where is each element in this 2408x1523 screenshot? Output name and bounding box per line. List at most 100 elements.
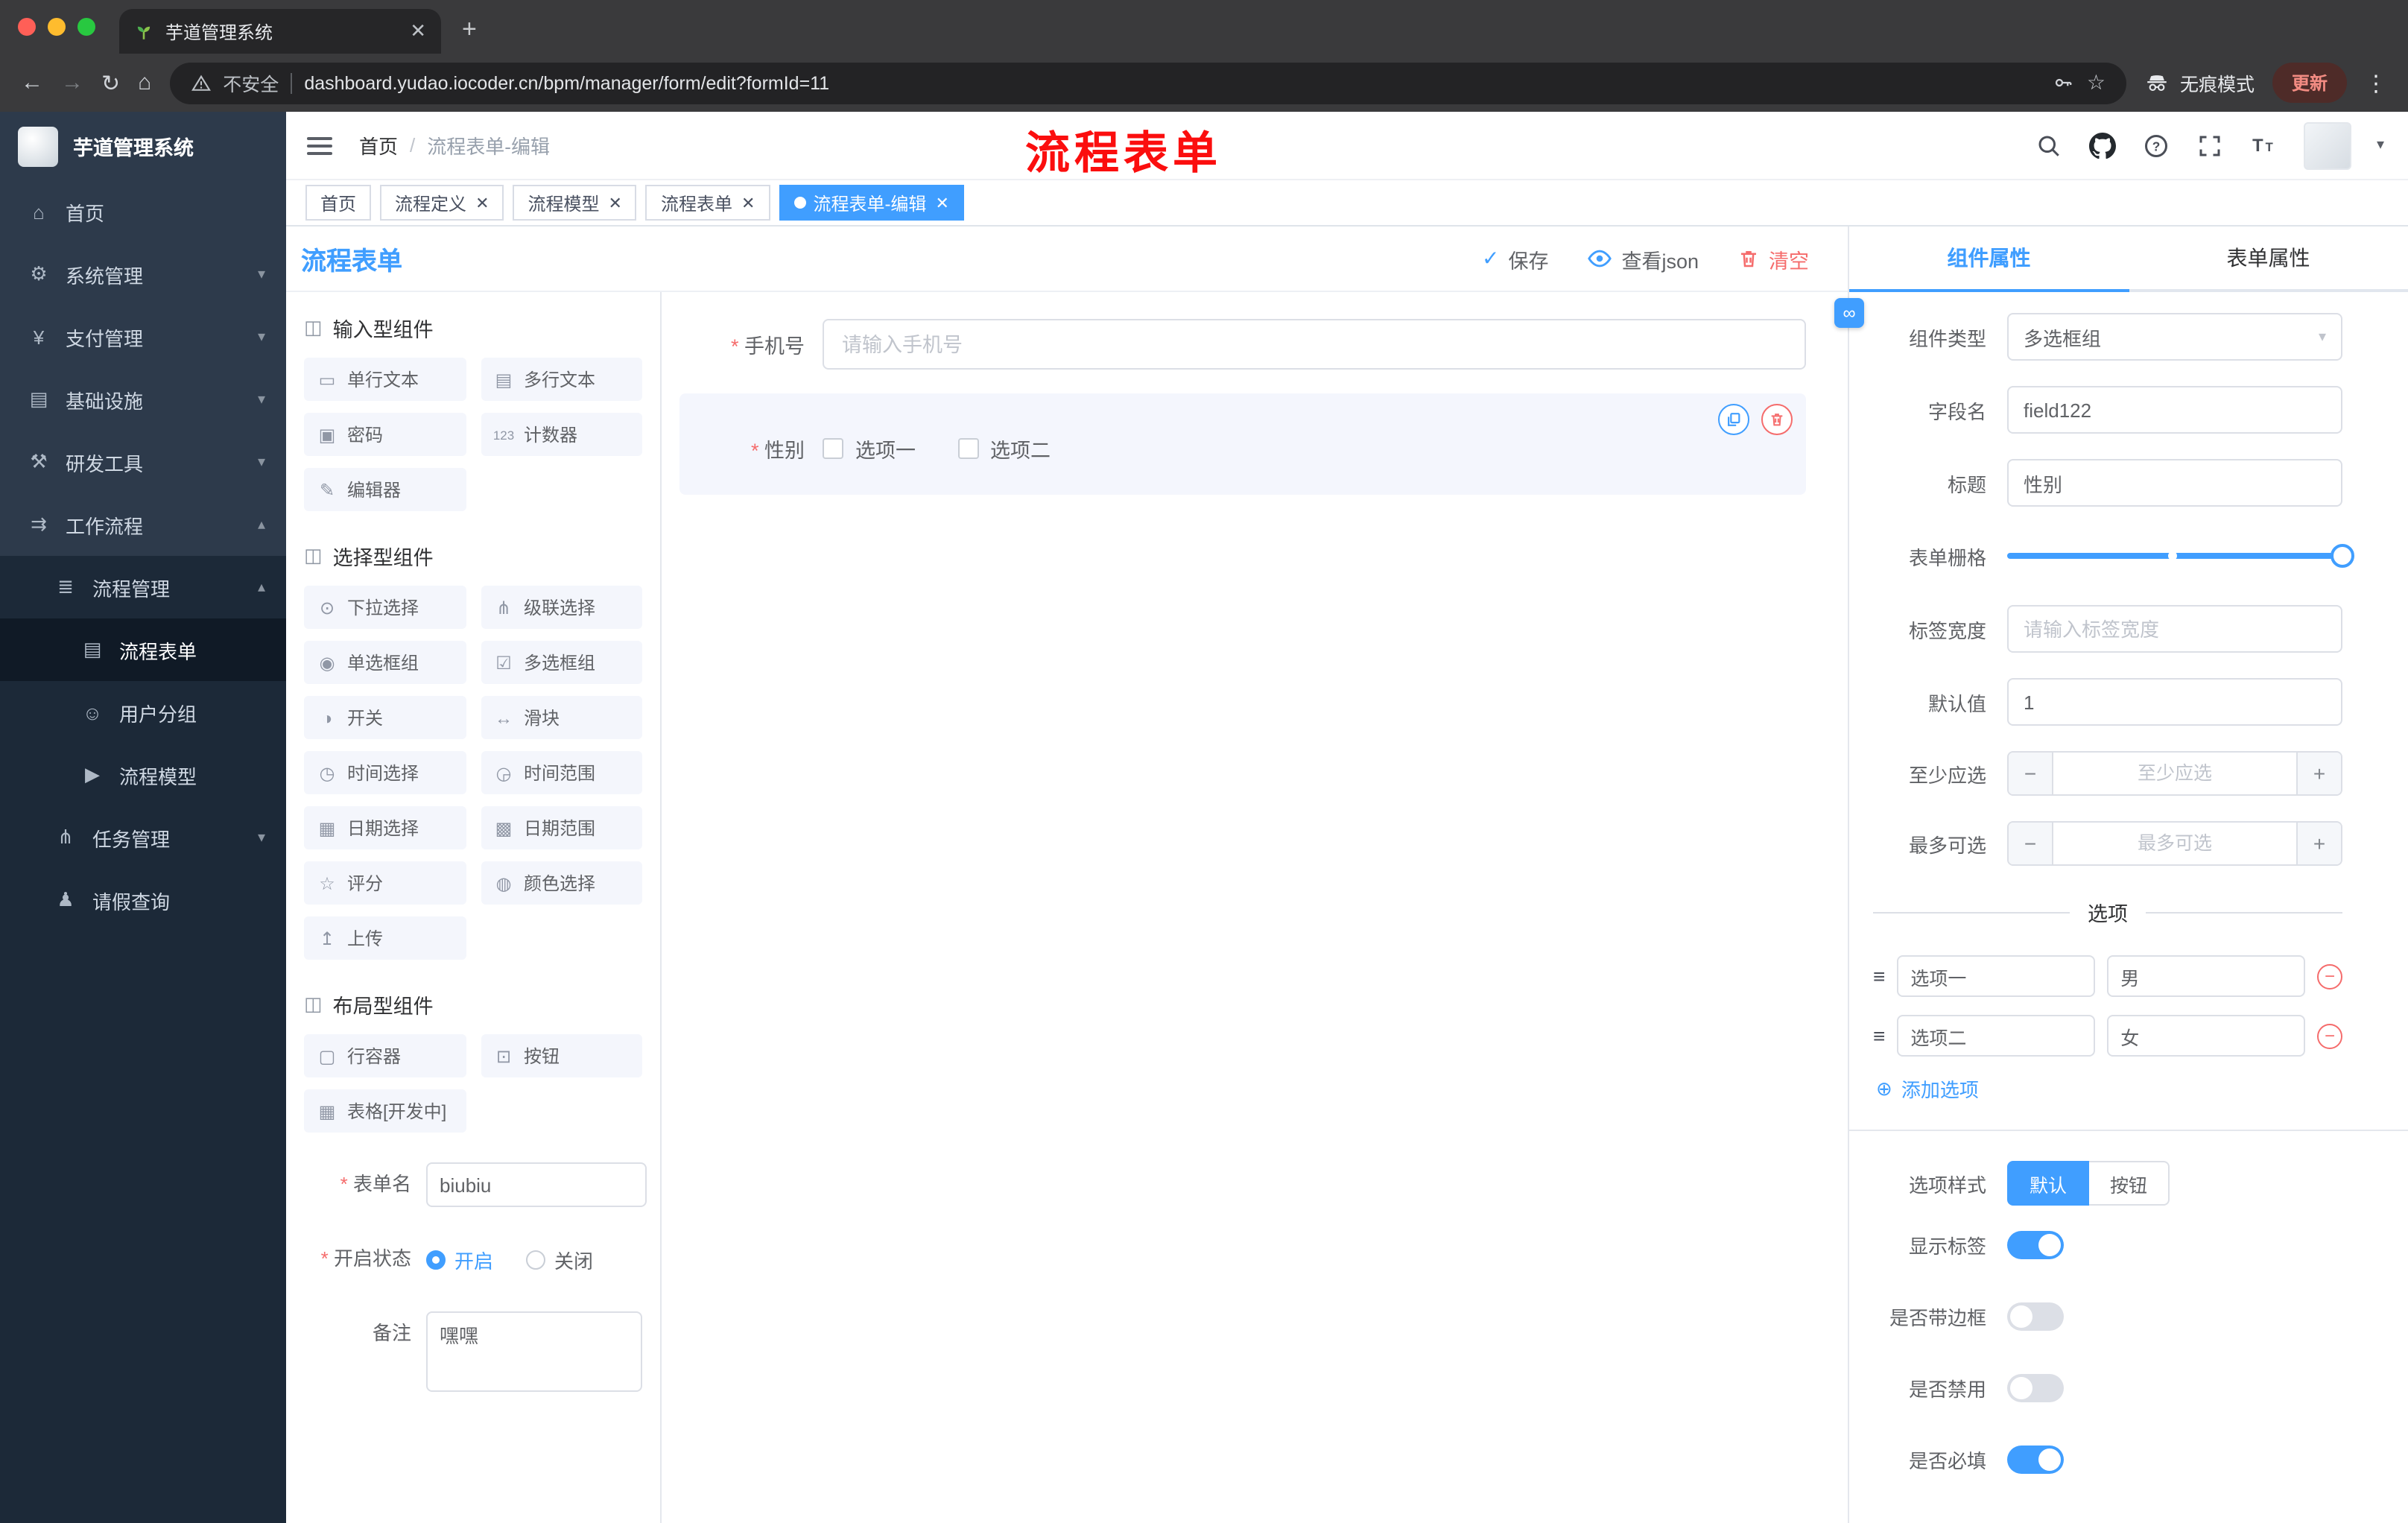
palette-item-switch[interactable]: ◑ 开关 (304, 696, 466, 739)
tab-form-props[interactable]: 表单属性 (2129, 227, 2408, 292)
palette-item-single-line-text[interactable]: ▭ 单行文本 (304, 358, 466, 401)
maximize-window-button[interactable] (77, 18, 95, 36)
default-value-input[interactable] (2007, 678, 2342, 726)
palette-item-slider[interactable]: ↔ 滑块 (481, 696, 642, 739)
sidebar-item-process-model[interactable]: ▶ 流程模型 (0, 744, 286, 806)
form-name-input[interactable] (426, 1162, 647, 1207)
reload-icon[interactable]: ↻ (101, 69, 120, 96)
sidebar-item-payment-management[interactable]: ¥ 支付管理 ▾ (0, 305, 286, 368)
palette-item-cascader[interactable]: ⋔ 级联选择 (481, 586, 642, 629)
key-icon[interactable] (2053, 72, 2075, 94)
minus-icon[interactable]: − (2009, 753, 2053, 794)
sidebar-item-workflow[interactable]: ⇉ 工作流程 ▴ (0, 493, 286, 556)
palette-item-time-range[interactable]: ◶ 时间范围 (481, 751, 642, 794)
form-canvas[interactable]: 手机号 性别 选项一 选项二 (662, 292, 1848, 1523)
sidebar-item-leave-query[interactable]: ♟ 请假查询 (0, 869, 286, 931)
palette-item-checkbox-group[interactable]: ☑ 多选框组 (481, 641, 642, 684)
close-window-button[interactable] (18, 18, 36, 36)
view-json-button[interactable]: 查看json (1587, 244, 1699, 273)
forward-icon[interactable]: → (61, 70, 83, 95)
radio-status-off[interactable]: 关闭 (526, 1245, 593, 1273)
checkbox-option[interactable]: 选项二 (957, 434, 1051, 463)
palette-item-select[interactable]: ⊙ 下拉选择 (304, 586, 466, 629)
clear-button[interactable]: 清空 (1737, 244, 1809, 273)
help-icon[interactable]: ? (2143, 131, 2171, 159)
remove-option-icon[interactable]: − (2317, 1023, 2343, 1048)
sidebar-item-task-management[interactable]: ⋔ 任务管理 ▾ (0, 806, 286, 869)
update-button[interactable]: 更新 (2272, 63, 2347, 103)
github-icon[interactable] (2089, 131, 2117, 159)
checkbox-icon[interactable] (823, 438, 843, 459)
breadcrumb-home[interactable]: 首页 (359, 131, 398, 159)
tag-process-model[interactable]: 流程模型 ✕ (513, 185, 637, 221)
link-icon[interactable]: ∞ (1834, 298, 1864, 328)
delete-icon[interactable] (1761, 404, 1793, 435)
min-select-input[interactable] (2053, 753, 2296, 794)
phone-input[interactable] (823, 319, 1806, 370)
palette-item-multi-line-text[interactable]: ▤ 多行文本 (481, 358, 642, 401)
field-name-input[interactable] (2007, 386, 2342, 434)
with-border-toggle[interactable] (2007, 1302, 2064, 1331)
palette-item-time-picker[interactable]: ◷ 时间选择 (304, 751, 466, 794)
palette-item-table[interactable]: ▦ 表格[开发中] (304, 1089, 466, 1133)
fullscreen-icon[interactable] (2196, 131, 2225, 159)
sidebar-item-process-form[interactable]: ▤ 流程表单 (0, 618, 286, 681)
palette-item-date-range[interactable]: ▩ 日期范围 (481, 806, 642, 849)
tag-close-icon[interactable]: ✕ (609, 193, 622, 212)
drag-handle-icon[interactable]: ≡ (1873, 964, 1885, 988)
canvas-field-gender-selected[interactable]: 性别 选项一 选项二 (679, 393, 1806, 495)
style-default-button[interactable]: 默认 (2007, 1161, 2090, 1206)
save-button[interactable]: ✓ 保存 (1482, 244, 1548, 273)
tag-process-definition[interactable]: 流程定义 ✕ (380, 185, 504, 221)
browser-home-icon[interactable]: ⌂ (138, 70, 151, 95)
palette-item-upload[interactable]: ↥ 上传 (304, 916, 466, 960)
sidebar-item-home[interactable]: ⌂ 首页 (0, 180, 286, 243)
palette-item-counter[interactable]: 123 计数器 (481, 413, 642, 456)
url-input[interactable]: 不安全 dashboard.yudao.iocoder.cn/bpm/manag… (169, 62, 2126, 104)
new-tab-button[interactable]: + (462, 15, 477, 45)
copy-icon[interactable] (1718, 404, 1749, 435)
palette-item-row-container[interactable]: ▢ 行容器 (304, 1034, 466, 1077)
hamburger-icon[interactable] (307, 136, 332, 154)
sidebar-item-infrastructure[interactable]: ▤ 基础设施 ▾ (0, 368, 286, 431)
style-button-button[interactable]: 按钮 (2089, 1161, 2170, 1206)
add-option-button[interactable]: ⊕ 添加选项 (1876, 1074, 2342, 1103)
back-icon[interactable]: ← (21, 70, 43, 95)
chevron-down-icon[interactable]: ▾ (2377, 137, 2384, 153)
sidebar-item-process-management[interactable]: ≣ 流程管理 ▴ (0, 556, 286, 618)
avatar[interactable] (2303, 121, 2351, 169)
sidebar-logo[interactable]: 芋道管理系统 (0, 112, 286, 180)
palette-item-editor[interactable]: ✎ 编辑器 (304, 468, 466, 511)
plus-icon[interactable]: + (2296, 823, 2341, 864)
sidebar-item-user-group[interactable]: ☺ 用户分组 (0, 681, 286, 744)
tag-close-icon[interactable]: ✕ (741, 193, 755, 212)
grid-slider[interactable] (2007, 532, 2354, 580)
palette-item-rate[interactable]: ☆ 评分 (304, 861, 466, 905)
search-icon[interactable] (2035, 131, 2064, 159)
canvas-field-phone[interactable]: 手机号 (679, 319, 1806, 370)
option-label-input[interactable] (1897, 955, 2096, 997)
browser-menu-icon[interactable]: ⋮ (2365, 69, 2387, 96)
option-value-input[interactable] (2107, 1015, 2306, 1057)
bookmark-star-icon[interactable]: ☆ (2087, 70, 2106, 95)
radio-status-on[interactable]: 开启 (426, 1245, 493, 1273)
component-type-select[interactable]: 多选框组 ▾ (2007, 313, 2342, 361)
tag-process-form[interactable]: 流程表单 ✕ (645, 185, 770, 221)
tab-close-icon[interactable]: ✕ (410, 19, 426, 43)
tab-component-props[interactable]: 组件属性 (1849, 227, 2129, 292)
drag-handle-icon[interactable]: ≡ (1873, 1024, 1885, 1048)
option-value-input[interactable] (2107, 955, 2306, 997)
option-label-input[interactable] (1897, 1015, 2096, 1057)
slider-handle[interactable] (2331, 544, 2354, 568)
required-toggle[interactable] (2007, 1446, 2064, 1474)
tag-process-form-edit[interactable]: 流程表单-编辑 ✕ (779, 185, 964, 221)
minimize-window-button[interactable] (48, 18, 66, 36)
palette-item-password[interactable]: ▣ 密码 (304, 413, 466, 456)
sidebar-item-system-management[interactable]: ⚙ 系统管理 ▾ (0, 243, 286, 305)
browser-tab[interactable]: 芋道管理系统 ✕ (119, 9, 441, 54)
max-select-input[interactable] (2053, 823, 2296, 864)
palette-item-color-picker[interactable]: ◍ 颜色选择 (481, 861, 642, 905)
checkbox-option[interactable]: 选项一 (823, 434, 916, 463)
minus-icon[interactable]: − (2009, 823, 2053, 864)
palette-item-date-picker[interactable]: ▦ 日期选择 (304, 806, 466, 849)
